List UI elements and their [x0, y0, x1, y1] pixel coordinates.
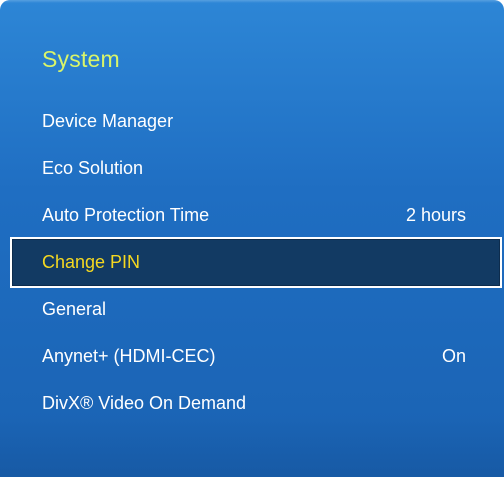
- menu-item-auto-protection-time[interactable]: Auto Protection Time 2 hours: [12, 192, 500, 239]
- menu-item-eco-solution[interactable]: Eco Solution: [12, 145, 500, 192]
- menu-item-value: On: [441, 346, 466, 366]
- menu-item-anynet-hdmi-cec[interactable]: Anynet+ (HDMI-CEC) On: [12, 333, 500, 380]
- menu-item-label: Anynet+ (HDMI-CEC): [42, 346, 216, 366]
- system-menu-list: Device Manager Eco Solution Auto Protect…: [10, 98, 502, 427]
- menu-title: System: [42, 46, 120, 72]
- menu-item-change-pin[interactable]: Change PIN: [10, 237, 502, 288]
- menu-item-label: DivX® Video On Demand: [42, 393, 247, 413]
- menu-item-label: Auto Protection Time: [42, 205, 210, 225]
- menu-item-label: Change PIN: [42, 252, 141, 272]
- menu-item-general[interactable]: General: [12, 286, 500, 333]
- system-menu-panel: System Device Manager Eco Solution Auto …: [0, 0, 504, 477]
- menu-item-value: 2 hours: [405, 205, 466, 225]
- menu-item-label: General: [42, 299, 107, 319]
- menu-item-label: Device Manager: [42, 111, 174, 131]
- panel-bottom-fade: [0, 417, 504, 477]
- menu-item-label: Eco Solution: [42, 158, 144, 178]
- menu-item-device-manager[interactable]: Device Manager: [12, 98, 500, 145]
